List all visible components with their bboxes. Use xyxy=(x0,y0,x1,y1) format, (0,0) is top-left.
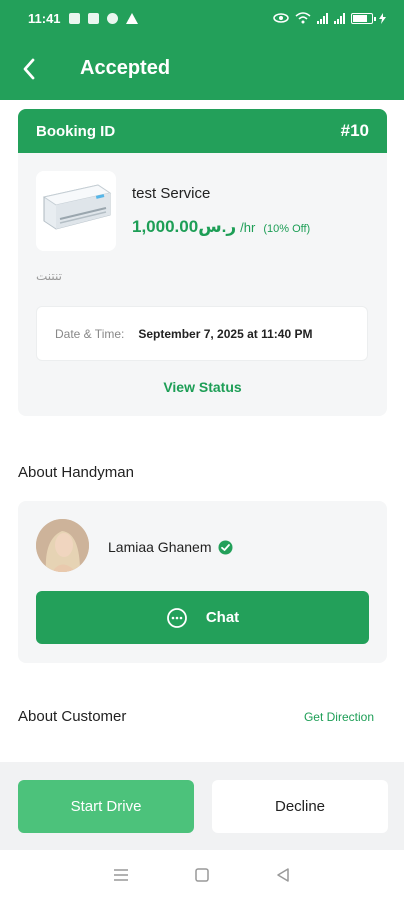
back-arrow-icon xyxy=(23,58,35,80)
about-customer-title: About Customer xyxy=(18,708,127,725)
decline-button[interactable]: Decline xyxy=(212,780,388,833)
status-time: 11:41 xyxy=(28,10,61,26)
booking-header: Booking ID #10 xyxy=(18,109,387,153)
battery-icon xyxy=(351,12,376,24)
notification-icon xyxy=(68,12,80,24)
header: Accepted xyxy=(0,44,404,94)
handyman-photo xyxy=(36,519,89,572)
chat-button[interactable]: Chat xyxy=(36,591,369,644)
price-line: 1,000.00ر.س /hr (10% Off) xyxy=(132,217,310,237)
view-status-link[interactable]: View Status xyxy=(18,379,387,395)
booking-card: Booking ID #10 test Service 1,000.00ر.س … xyxy=(18,109,387,416)
menu-nav-button[interactable] xyxy=(109,863,133,887)
get-direction-link[interactable]: Get Direction xyxy=(304,710,374,724)
warning-icon xyxy=(125,12,138,24)
bottom-action-bar: Start Drive Decline xyxy=(0,762,404,850)
avatar[interactable] xyxy=(36,519,89,572)
status-bar: 11:41 xyxy=(0,0,404,36)
price-unit: /hr xyxy=(240,220,256,235)
air-conditioner-icon xyxy=(36,171,116,251)
handyman-name-row: Lamiaa Ghanem xyxy=(108,539,233,555)
system-nav-bar xyxy=(0,850,404,900)
home-square-icon xyxy=(195,868,209,882)
datetime-box: Date & Time: September 7, 2025 at 11:40 … xyxy=(36,306,368,361)
menu-icon xyxy=(113,869,128,881)
chat-icon xyxy=(166,607,187,628)
datetime-value: September 7, 2025 at 11:40 PM xyxy=(138,326,313,341)
message-icon xyxy=(87,12,99,24)
page-title: Accepted xyxy=(80,57,171,79)
service-row: test Service 1,000.00ر.س /hr (10% Off) xyxy=(36,171,369,251)
start-drive-button[interactable]: Start Drive xyxy=(18,780,194,833)
back-triangle-icon xyxy=(277,868,290,882)
service-description: تنتنت xyxy=(36,269,62,283)
back-button[interactable] xyxy=(16,56,42,82)
verified-icon xyxy=(218,540,233,555)
handyman-card: Lamiaa Ghanem Chat xyxy=(18,501,387,663)
chat-label: Chat xyxy=(205,609,240,626)
handyman-name: Lamiaa Ghanem xyxy=(108,539,212,555)
service-name: test Service xyxy=(132,185,211,202)
booking-id-value: #10 xyxy=(340,121,369,140)
service-image xyxy=(36,171,116,251)
booking-id-label: Booking ID xyxy=(36,122,116,140)
back-nav-button[interactable] xyxy=(271,863,295,887)
about-handyman-title: About Handyman xyxy=(18,464,134,481)
service-price: 1,000.00ر.س xyxy=(132,217,237,236)
whatsapp-icon xyxy=(106,12,118,24)
eye-icon xyxy=(273,13,289,23)
app-bar: 11:41 Accepted xyxy=(0,0,404,100)
signal-icon xyxy=(317,12,328,24)
home-nav-button[interactable] xyxy=(190,863,214,887)
wifi-icon xyxy=(295,12,311,24)
charging-icon xyxy=(379,12,386,24)
signal-icon-2 xyxy=(334,12,345,24)
datetime-label: Date & Time: xyxy=(55,326,125,341)
discount-badge: (10% Off) xyxy=(263,223,311,235)
